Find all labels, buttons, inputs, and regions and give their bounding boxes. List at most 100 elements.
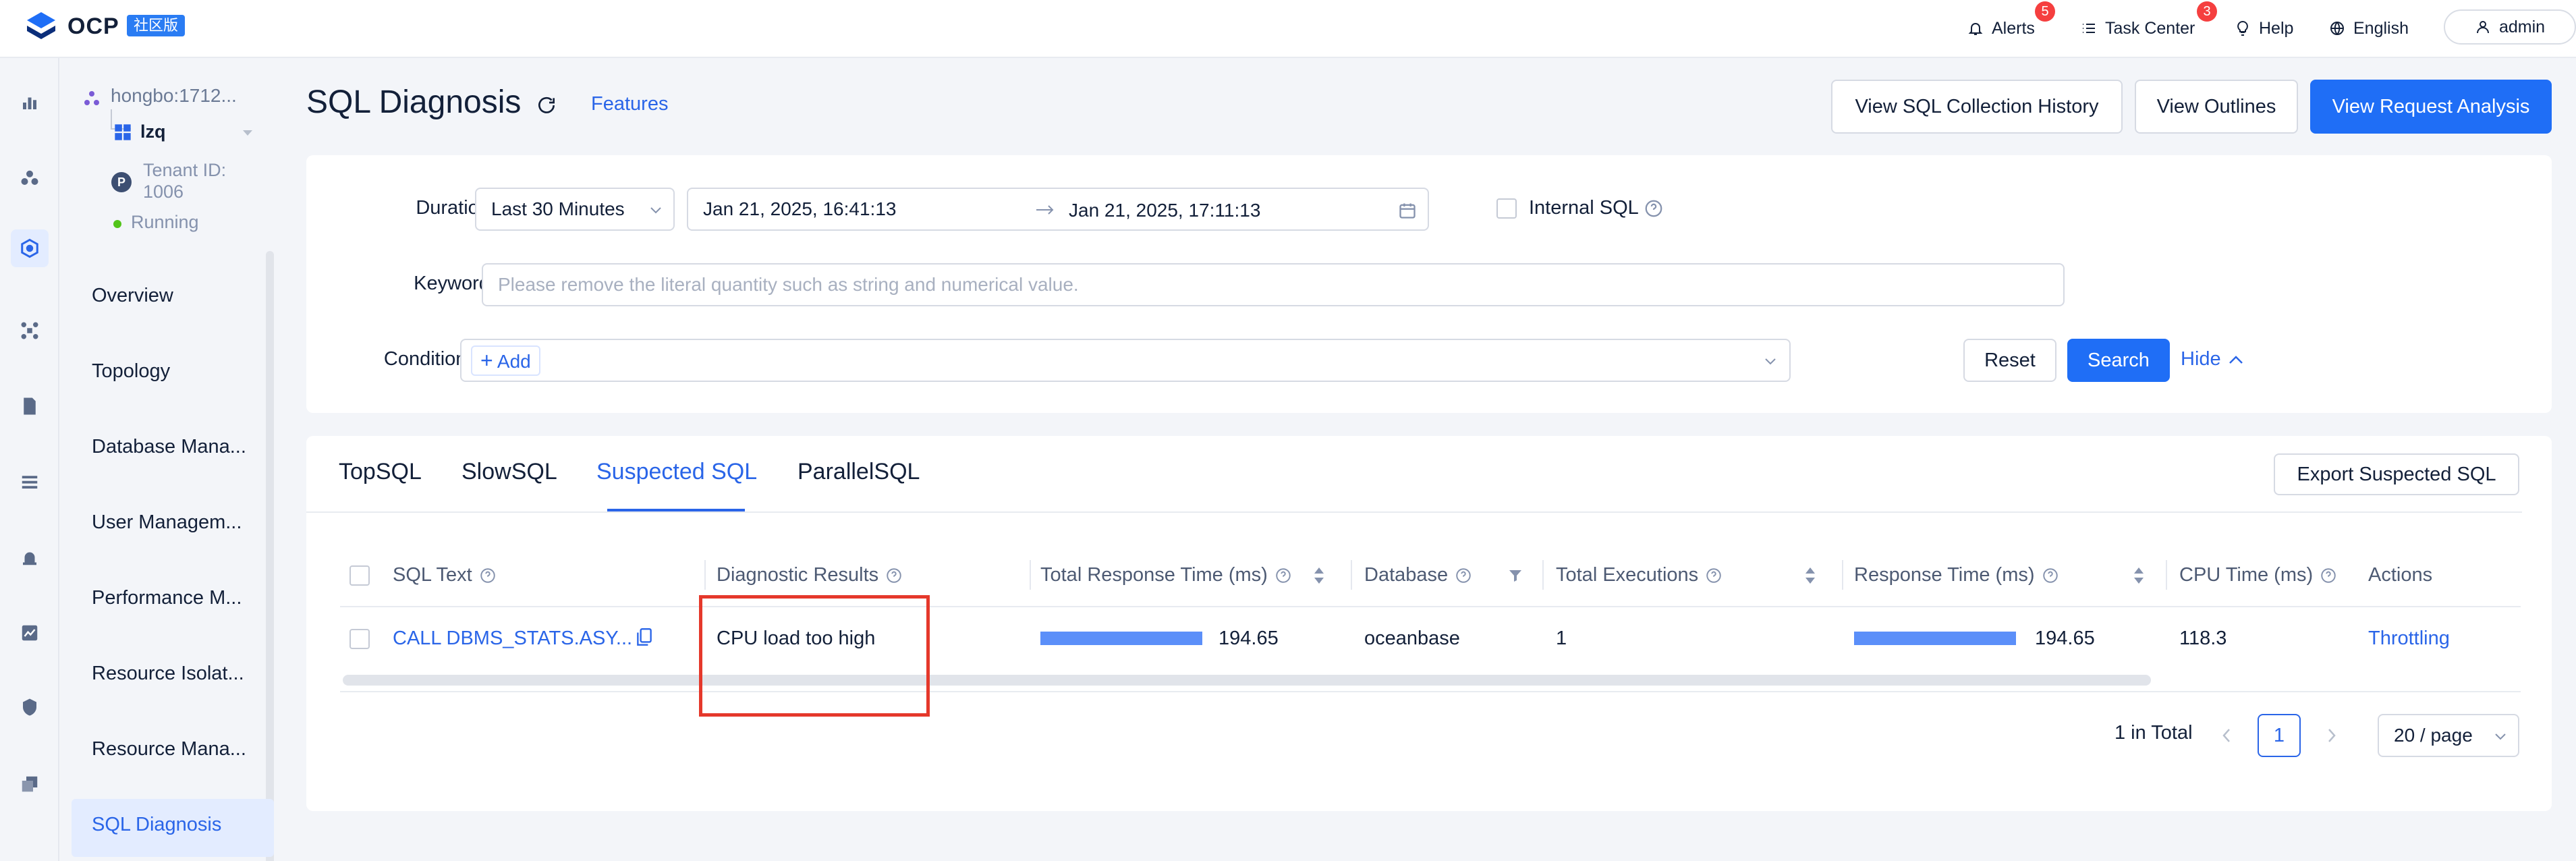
keyword-input[interactable]: Please remove the literal quantity such …: [482, 263, 2065, 306]
task-count-badge: 3: [2197, 1, 2217, 22]
tab-slowsql[interactable]: SlowSQL: [461, 459, 557, 485]
filter-icon[interactable]: [1507, 567, 1523, 584]
throttling-link[interactable]: Throttling: [2368, 628, 2450, 650]
sql-text-link[interactable]: CALL DBMS_STATS.ASY...: [393, 628, 632, 650]
keyword-label: Keyword:: [414, 273, 495, 294]
prev-page-button[interactable]: [2205, 714, 2248, 757]
rail-tenant-button[interactable]: [11, 229, 49, 267]
col-total-response-time[interactable]: Total Response Time (ms): [1040, 564, 1326, 586]
internal-sql-checkbox[interactable]: [1496, 198, 1517, 219]
rail-settings-button[interactable]: [15, 769, 45, 799]
help-circle-icon[interactable]: [1644, 198, 1664, 219]
pagination-total: 1 in Total: [2115, 722, 2193, 744]
total-executions-value: 1: [1556, 628, 1567, 649]
col-database[interactable]: Database: [1364, 564, 1523, 586]
language-switch[interactable]: English: [2329, 15, 2409, 42]
help-circle-icon[interactable]: [1275, 567, 1292, 584]
nav-item-resource-management[interactable]: Resource Mana...: [92, 738, 281, 760]
conditions-input[interactable]: + Add: [460, 339, 1791, 382]
duration-select[interactable]: Last 30 Minutes: [475, 188, 675, 231]
cpu-time-value: 118.3: [2179, 628, 2227, 649]
alerts-button[interactable]: Alerts 5: [1967, 1, 2055, 42]
help-circle-icon[interactable]: [479, 567, 497, 584]
start-time: Jan 21, 2025, 16:41:13: [703, 198, 897, 219]
search-button[interactable]: Search: [2067, 339, 2170, 382]
tab-parallelsql[interactable]: ParallelSQL: [797, 459, 920, 485]
sort-icon[interactable]: [1803, 566, 1817, 585]
rail-backup-button[interactable]: [15, 391, 45, 421]
nav-item-performance-monitoring[interactable]: Performance M...: [92, 587, 281, 609]
view-sql-collection-history-button[interactable]: View SQL Collection History: [1831, 80, 2123, 134]
add-condition-button[interactable]: + Add: [471, 345, 540, 376]
tenant-name[interactable]: lzq: [140, 121, 166, 142]
bell-icon: [1968, 23, 1983, 35]
plus-icon: +: [480, 348, 493, 372]
top-bar: OCP 社区版 Alerts 5 Task Center 3 Help Engl…: [0, 0, 2576, 58]
response-time-value: 194.65: [2035, 628, 2095, 649]
page-size-value: 20 / page: [2394, 725, 2473, 746]
help-label: Help: [2259, 19, 2294, 38]
calendar-icon: [1399, 203, 1416, 219]
nav-item-user-management[interactable]: User Managem...: [92, 511, 281, 534]
user-menu-button[interactable]: admin: [2444, 9, 2576, 45]
globe-icon: [2330, 22, 2344, 35]
col-cpu-time[interactable]: CPU Time (ms): [2179, 564, 2337, 586]
page-size-select[interactable]: 20 / page: [2378, 714, 2519, 757]
table-horizontal-scrollbar[interactable]: [343, 675, 2151, 686]
network-icon: [21, 322, 38, 339]
nav-scrollbar[interactable]: [266, 251, 274, 861]
help-circle-icon[interactable]: [1455, 567, 1472, 584]
nav-item-sql-diagnosis[interactable]: SQL Diagnosis: [92, 814, 281, 836]
rail-security-button[interactable]: [15, 692, 45, 722]
col-total-executions[interactable]: Total Executions: [1556, 564, 1817, 586]
nav-item-resource-isolation[interactable]: Resource Isolat...: [92, 663, 281, 685]
help-circle-icon[interactable]: [2320, 567, 2337, 584]
icon-rail: [0, 58, 59, 861]
select-all-checkbox[interactable]: [349, 565, 370, 586]
help-circle-icon[interactable]: [1705, 567, 1723, 584]
shield-icon: [23, 698, 36, 716]
row-checkbox[interactable]: [349, 629, 370, 649]
caret-down-icon[interactable]: [242, 128, 254, 138]
rail-host-button[interactable]: [15, 316, 45, 345]
col-response-time[interactable]: Response Time (ms): [1854, 564, 2146, 586]
sort-icon[interactable]: [2132, 566, 2146, 585]
chevron-up-icon: [2229, 355, 2243, 364]
nav-item-overview[interactable]: Overview: [92, 285, 281, 307]
page-title: SQL Diagnosis: [306, 84, 522, 120]
duration-value: Last 30 Minutes: [491, 198, 625, 219]
view-request-analysis-button[interactable]: View Request Analysis: [2310, 80, 2552, 134]
language-label: English: [2353, 19, 2409, 38]
time-range-picker[interactable]: Jan 21, 2025, 16:41:13 Jan 21, 2025, 17:…: [687, 188, 1429, 231]
nav-item-topology[interactable]: Topology: [92, 360, 281, 383]
tab-suspected-sql[interactable]: Suspected SQL: [596, 459, 757, 485]
nav-item-database-management[interactable]: Database Mana...: [92, 436, 281, 458]
export-suspected-sql-button[interactable]: Export Suspected SQL: [2274, 453, 2519, 495]
keyword-placeholder: Please remove the literal quantity such …: [498, 274, 1079, 295]
refresh-icon[interactable]: [536, 94, 557, 116]
sort-icon[interactable]: [1312, 566, 1326, 585]
help-circle-icon[interactable]: [885, 567, 903, 584]
rail-overview-button[interactable]: [15, 88, 45, 117]
hide-toggle[interactable]: Hide: [2181, 348, 2244, 370]
rail-alarm-button[interactable]: [15, 543, 45, 572]
features-link[interactable]: Features: [591, 93, 668, 115]
copy-icon[interactable]: [636, 628, 653, 648]
rail-cluster-button[interactable]: [15, 163, 45, 193]
tabs-divider: [306, 511, 2522, 513]
rail-monitor-button[interactable]: [15, 618, 45, 648]
rail-list-button[interactable]: [15, 467, 45, 497]
user-icon: [2476, 21, 2489, 34]
next-page-button[interactable]: [2310, 714, 2353, 757]
help-button[interactable]: Help: [2235, 15, 2293, 42]
col-actions: Actions: [2368, 564, 2433, 586]
response-time-bar: [1854, 632, 2016, 645]
tab-topsql[interactable]: TopSQL: [339, 459, 422, 485]
task-center-button[interactable]: Task Center 3: [2081, 1, 2217, 42]
help-circle-icon[interactable]: [2042, 567, 2059, 584]
view-outlines-button[interactable]: View Outlines: [2135, 80, 2298, 134]
page-1-button[interactable]: 1: [2258, 714, 2301, 757]
cluster-name[interactable]: hongbo:1712...: [111, 85, 237, 107]
alerts-label: Alerts: [1992, 19, 2035, 38]
reset-button[interactable]: Reset: [1963, 339, 2056, 382]
